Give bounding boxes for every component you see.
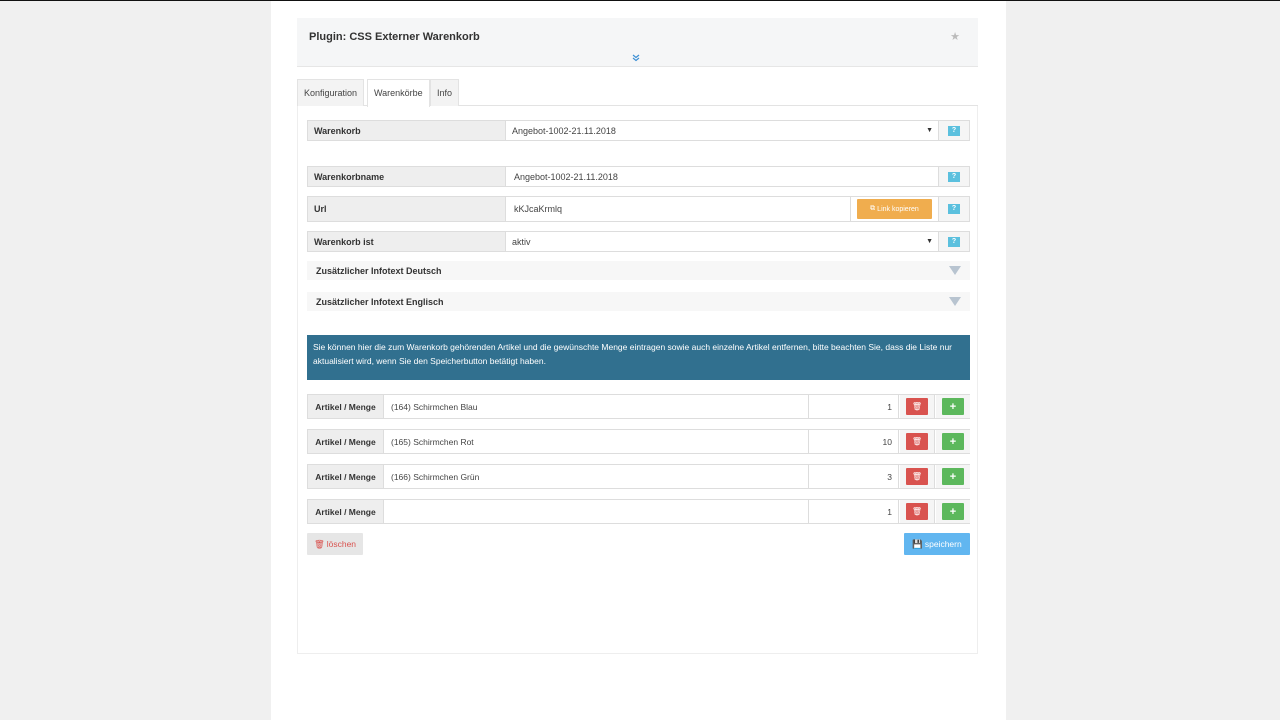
article-row: Artikel / Menge (164) Schirmchen Blau 1 … (307, 394, 970, 419)
delete-cart-button[interactable]: 🗑 löschen (307, 533, 363, 555)
url-input[interactable]: kKJcaKrmlq (512, 197, 851, 221)
url-label: Url (308, 197, 506, 221)
infotext-deutsch-label: Zusätzlicher Infotext Deutsch (316, 265, 442, 276)
plus-icon: + (949, 470, 957, 483)
article-input[interactable] (385, 500, 809, 523)
page-title: Plugin: CSS Externer Warenkorb (309, 31, 480, 43)
copy-icon: ⧉ (870, 205, 876, 212)
save-label: speichern (924, 539, 962, 549)
delete-row-button[interactable]: 🗑 (906, 433, 928, 450)
warenkorb-label: Warenkorb (308, 121, 506, 140)
copy-link-button[interactable]: ⧉ Link kopieren (857, 199, 932, 219)
delete-row-button[interactable]: 🗑 (906, 503, 928, 520)
help-button[interactable]: ? (938, 197, 969, 221)
help-icon: ? (948, 125, 960, 136)
article-input[interactable]: (165) Schirmchen Rot (385, 430, 809, 453)
delete-label: löschen (326, 539, 357, 549)
add-row-button[interactable]: + (942, 433, 964, 450)
url-row: Url kKJcaKrmlq ⧉ Link kopieren ? (307, 196, 970, 222)
article-input[interactable]: (164) Schirmchen Blau (385, 395, 809, 418)
help-icon: ? (948, 171, 960, 182)
delete-row-button[interactable]: 🗑 (906, 468, 928, 485)
article-label: Artikel / Menge (308, 465, 384, 488)
infotext-deutsch-toggle[interactable]: Zusätzlicher Infotext Deutsch (307, 261, 970, 280)
status-select[interactable]: aktiv (512, 232, 935, 251)
warenkoerbe-panel: Warenkorb Angebot-1002-21.11.2018 ▼ ? Wa… (297, 106, 978, 654)
quantity-input[interactable]: 3 (810, 465, 899, 488)
warenkorb-select[interactable]: Angebot-1002-21.11.2018 (512, 121, 935, 140)
article-row: Artikel / Menge (165) Schirmchen Rot 10 … (307, 429, 970, 454)
infotext-englisch-toggle[interactable]: Zusätzlicher Infotext Englisch (307, 292, 970, 311)
help-button[interactable]: ? (938, 167, 969, 186)
quantity-input[interactable]: 10 (810, 430, 899, 453)
info-alert: Sie können hier die zum Warenkorb gehöre… (307, 335, 970, 380)
trash-icon: 🗑 (911, 472, 923, 481)
trash-icon: 🗑 (911, 507, 923, 516)
page-content: Plugin: CSS Externer Warenkorb ★ Konfigu… (271, 1, 1006, 720)
trash-icon: 🗑 (911, 437, 923, 446)
tab-konfiguration[interactable]: Konfiguration (297, 79, 365, 106)
floppy-icon: 💾 (912, 538, 923, 549)
warenkorbname-input[interactable]: Angebot-1002-21.11.2018 (512, 167, 935, 186)
plus-icon: + (949, 435, 957, 448)
article-label: Artikel / Menge (308, 430, 384, 453)
expand-triangle-icon (949, 297, 961, 306)
warenkorbname-row: Warenkorbname Angebot-1002-21.11.2018 ? (307, 166, 970, 187)
add-row-button[interactable]: + (942, 398, 964, 415)
save-button[interactable]: 💾 speichern (904, 533, 970, 555)
article-label: Artikel / Menge (308, 500, 384, 523)
plugin-header: Plugin: CSS Externer Warenkorb ★ (297, 18, 978, 67)
article-row: Artikel / Menge (166) Schirmchen Grün 3 … (307, 464, 970, 489)
status-row: Warenkorb ist aktiv ▼ ? (307, 231, 970, 252)
delete-row-button[interactable]: 🗑 (906, 398, 928, 415)
tab-info[interactable]: Info (430, 79, 460, 106)
help-icon: ? (948, 236, 960, 247)
help-button[interactable]: ? (938, 232, 969, 251)
article-row: Artikel / Menge 1 🗑 + (307, 499, 970, 524)
tab-bar: Konfiguration Warenkörbe Info (297, 79, 978, 107)
infotext-englisch-label: Zusätzlicher Infotext Englisch (316, 296, 444, 307)
plus-icon: + (949, 400, 957, 413)
article-label: Artikel / Menge (308, 395, 384, 418)
add-row-button[interactable]: + (942, 503, 964, 520)
plus-icon: + (949, 505, 957, 518)
help-icon: ? (948, 204, 960, 214)
trash-icon: 🗑 (911, 402, 923, 411)
article-input[interactable]: (166) Schirmchen Grün (385, 465, 809, 488)
help-button[interactable]: ? (938, 121, 969, 140)
double-chevron-down-icon[interactable] (632, 54, 640, 64)
status-label: Warenkorb ist (308, 232, 506, 251)
chevron-down-icon[interactable]: ▼ (926, 232, 933, 251)
quantity-input[interactable]: 1 (810, 395, 899, 418)
tab-warenkoerbe[interactable]: Warenkörbe (367, 79, 430, 107)
expand-triangle-icon (949, 266, 961, 275)
chevron-down-icon[interactable]: ▼ (926, 121, 933, 140)
star-icon[interactable]: ★ (950, 30, 960, 43)
add-row-button[interactable]: + (942, 468, 964, 485)
warenkorbname-label: Warenkorbname (308, 167, 506, 186)
copy-link-label: Link kopieren (877, 205, 919, 213)
quantity-input[interactable]: 1 (810, 500, 899, 523)
warenkorb-select-row: Warenkorb Angebot-1002-21.11.2018 ▼ ? (307, 120, 970, 141)
trash-icon: 🗑 (313, 538, 325, 549)
